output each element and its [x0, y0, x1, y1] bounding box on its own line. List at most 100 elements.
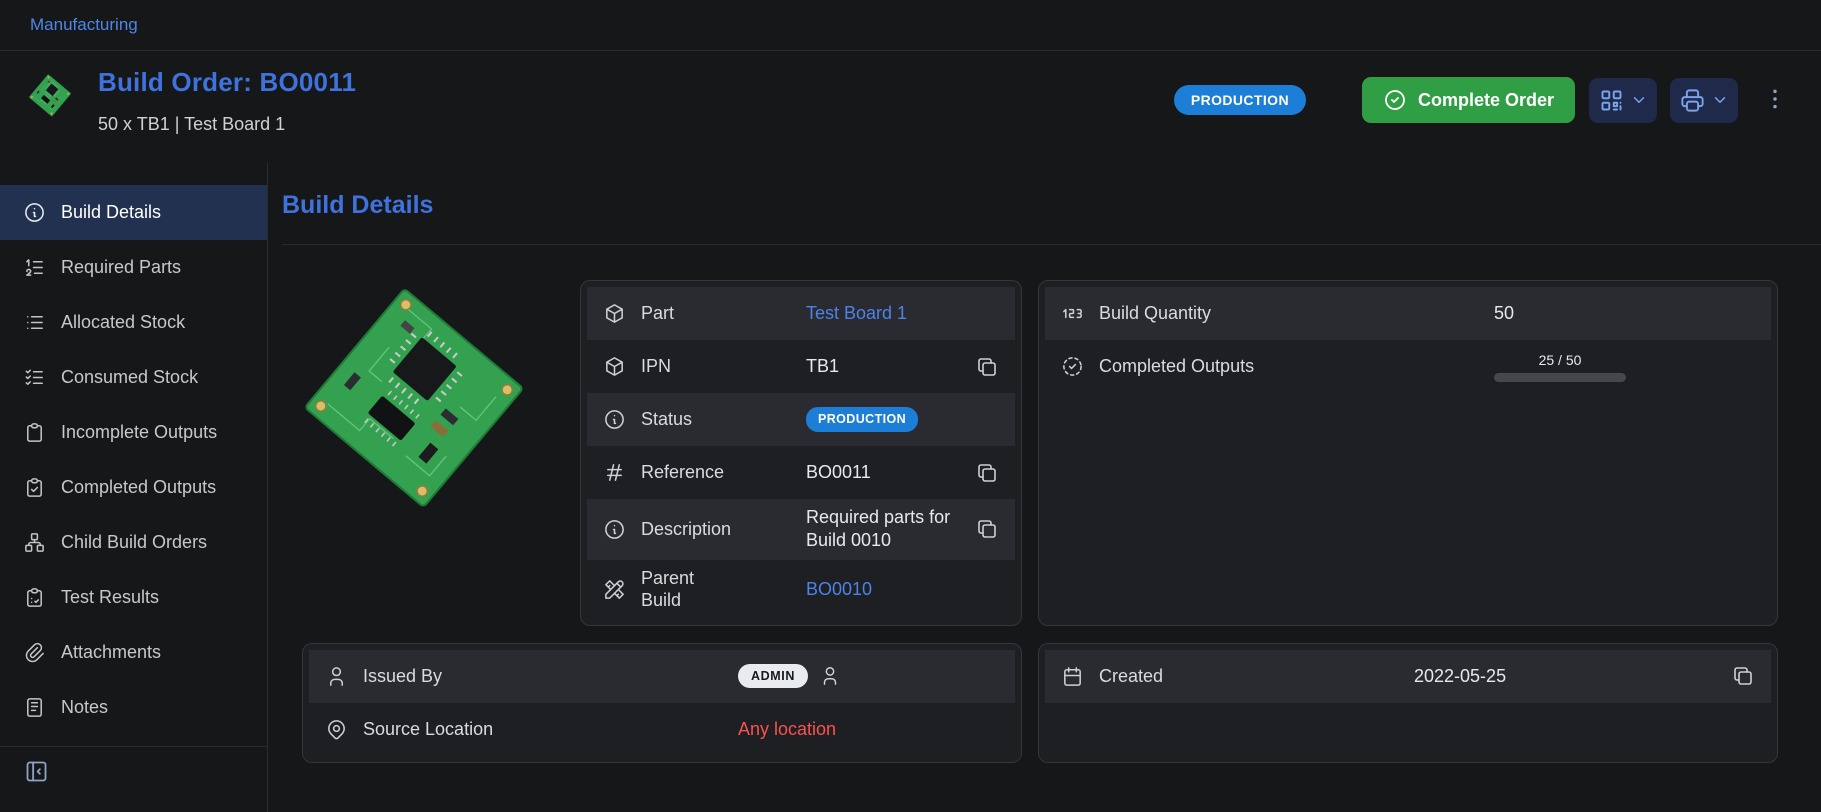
package-icon [603, 302, 626, 325]
sidebar-item-build-details[interactable]: Build Details [0, 185, 267, 240]
build-quantity-label: Build Quantity [1099, 302, 1479, 325]
part-link[interactable]: Test Board 1 [806, 302, 907, 325]
info-circle-icon [603, 408, 626, 431]
sidebar-item-test-results[interactable]: Test Results [0, 570, 267, 625]
hash-icon [603, 461, 626, 484]
part-label: Part [641, 302, 791, 325]
part-image-box[interactable] [282, 280, 558, 626]
ipn-value: TB1 [806, 355, 960, 378]
printer-icon [1679, 87, 1706, 114]
sidebar: Build Details Required Parts Allocated S… [0, 163, 268, 812]
sitemap-icon [23, 531, 46, 554]
source-location-row: Source Location Any location [309, 703, 1015, 756]
sidebar-item-required-parts[interactable]: Required Parts [0, 240, 267, 295]
tools-icon [603, 578, 626, 601]
build-thumbnail-image [26, 73, 74, 119]
more-actions-button[interactable] [1759, 78, 1791, 122]
created-value: 2022-05-25 [1414, 665, 1716, 688]
issued-by-badge: ADMIN [738, 664, 808, 688]
ipn-label: IPN [641, 355, 791, 378]
sidebar-item-allocated-stock[interactable]: Allocated Stock [0, 295, 267, 350]
sidebar-item-label: Allocated Stock [61, 312, 185, 333]
sidebar-item-attachments[interactable]: Attachments [0, 625, 267, 680]
qr-code-icon [1598, 87, 1625, 114]
details-grid: Part Test Board 1 IPN TB1 Status PRODUCT… [282, 280, 1778, 763]
sidebar-item-label: Test Results [61, 587, 159, 608]
status-badge: PRODUCTION [1174, 85, 1306, 115]
list-check-icon [23, 366, 46, 389]
quantities-panel: Build Quantity 50 Completed Outputs 25 /… [1038, 280, 1778, 626]
breadcrumb-manufacturing-link[interactable]: Manufacturing [30, 15, 138, 35]
barcode-actions-button[interactable] [1589, 78, 1657, 123]
copy-button[interactable] [975, 355, 999, 379]
map-pin-icon [325, 718, 348, 741]
build-details-panel: Part Test Board 1 IPN TB1 Status PRODUCT… [580, 280, 1022, 626]
breadcrumb: Manufacturing [0, 0, 1821, 51]
copy-button[interactable] [975, 461, 999, 485]
completed-outputs-row: Completed Outputs 25 / 50 [1045, 340, 1771, 393]
description-label: Description [641, 518, 791, 541]
parent-build-link[interactable]: BO0010 [806, 578, 872, 601]
completed-outputs-progress: 25 / 50 [1494, 351, 1626, 382]
clipboard-icon [23, 421, 46, 444]
progress-text: 25 / 50 [1494, 351, 1626, 369]
reference-value: BO0011 [806, 461, 960, 484]
list-numbers-icon [23, 256, 46, 279]
sidebar-item-notes[interactable]: Notes [0, 680, 267, 735]
header-titles: Build Order: BO0011 50 x TB1 | Test Boar… [98, 67, 356, 135]
clipboard-check-icon [23, 476, 46, 499]
sidebar-item-child-build-orders[interactable]: Child Build Orders [0, 515, 267, 570]
issued-by-label: Issued By [363, 665, 723, 688]
header-actions: PRODUCTION Complete Order [1174, 77, 1791, 123]
user-icon [325, 665, 348, 688]
sidebar-item-label: Required Parts [61, 257, 181, 278]
sidebar-item-label: Notes [61, 697, 108, 718]
sidebar-item-label: Build Details [61, 202, 161, 223]
issued-panel: Issued By ADMIN Source Location Any loca… [302, 643, 1022, 763]
complete-order-button[interactable]: Complete Order [1362, 77, 1575, 123]
sidebar-item-incomplete-outputs[interactable]: Incomplete Outputs [0, 405, 267, 460]
parent-build-label: Parent Build [641, 567, 791, 612]
detail-row-parent-build: Parent Build BO0010 [587, 560, 1015, 619]
progress-check-icon [1061, 355, 1084, 378]
copy-button[interactable] [1731, 664, 1755, 688]
sidebar-item-completed-outputs[interactable]: Completed Outputs [0, 460, 267, 515]
paperclip-icon [23, 641, 46, 664]
notes-icon [23, 696, 46, 719]
chevron-down-icon [1711, 91, 1729, 109]
sidebar-item-label: Consumed Stock [61, 367, 198, 388]
header-left: Build Order: BO0011 50 x TB1 | Test Boar… [26, 67, 356, 135]
description-value: Required parts for Build 0010 [806, 506, 960, 553]
detail-row-reference: Reference BO0011 [587, 446, 1015, 499]
print-actions-button[interactable] [1670, 78, 1738, 123]
dots-vertical-icon [1762, 86, 1788, 112]
copy-button[interactable] [975, 517, 999, 541]
calendar-icon [1061, 665, 1084, 688]
status-value-badge: PRODUCTION [806, 407, 918, 431]
sidebar-collapse-button[interactable] [23, 758, 50, 785]
heading-divider [282, 244, 1821, 245]
sidebar-collapse-icon [23, 758, 50, 785]
page-title: Build Order: BO0011 [98, 67, 356, 98]
main-layout: Build Details Required Parts Allocated S… [0, 163, 1821, 812]
numbers-123-icon [1061, 302, 1084, 325]
page-subtitle: 50 x TB1 | Test Board 1 [98, 114, 356, 135]
panel-heading: Build Details [282, 191, 1778, 220]
test-report-icon [23, 586, 46, 609]
build-quantity-value: 50 [1494, 302, 1755, 325]
page-header: Build Order: BO0011 50 x TB1 | Test Boar… [0, 51, 1821, 163]
complete-order-label: Complete Order [1418, 90, 1554, 111]
progress-track [1494, 373, 1626, 382]
created-panel: Created 2022-05-25 [1038, 643, 1778, 763]
reference-label: Reference [641, 461, 791, 484]
part-image [290, 282, 538, 520]
details-left-group: Part Test Board 1 IPN TB1 Status PRODUCT… [282, 280, 1022, 626]
sidebar-item-label: Attachments [61, 642, 161, 663]
sidebar-item-label: Incomplete Outputs [61, 422, 217, 443]
info-circle-icon [23, 201, 46, 224]
completed-outputs-label: Completed Outputs [1099, 355, 1479, 378]
detail-row-status: Status PRODUCTION [587, 393, 1015, 446]
sidebar-item-consumed-stock[interactable]: Consumed Stock [0, 350, 267, 405]
list-icon [23, 311, 46, 334]
detail-row-ipn: IPN TB1 [587, 340, 1015, 393]
